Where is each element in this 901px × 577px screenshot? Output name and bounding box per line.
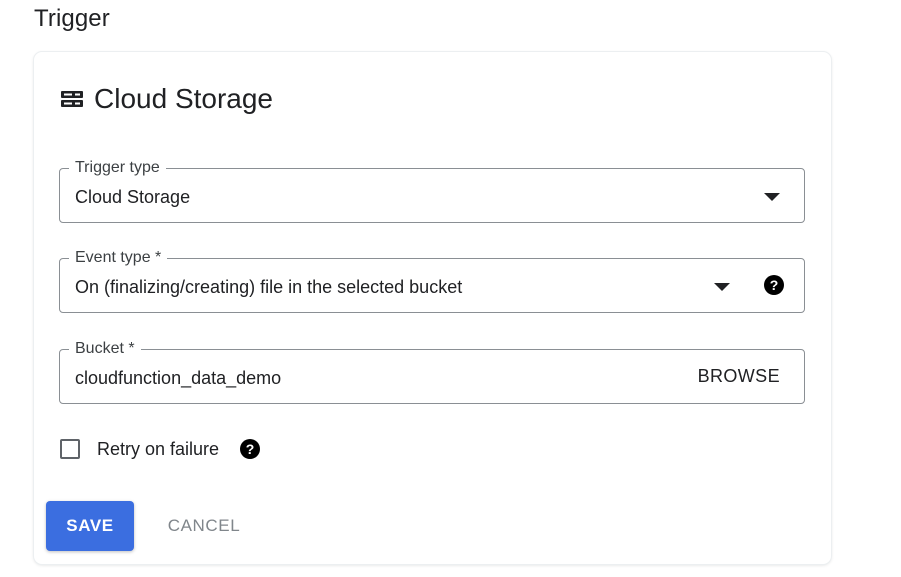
retry-label[interactable]: Retry on failure	[97, 439, 219, 460]
storage-icon	[60, 87, 84, 111]
retry-on-failure-row: Retry on failure ?	[60, 437, 261, 461]
help-icon[interactable]: ?	[240, 439, 261, 459]
cloud-storage-card: Cloud Storage Trigger type Cloud Storage…	[34, 52, 831, 564]
trigger-type-value: Cloud Storage	[75, 187, 191, 207]
event-type-label: Event type *	[69, 248, 168, 268]
trigger-type-label: Trigger type	[69, 158, 166, 178]
chevron-down-icon[interactable]	[714, 283, 730, 291]
cancel-button[interactable]: CANCEL	[152, 501, 256, 551]
bucket-label: Bucket *	[69, 339, 141, 359]
event-type-value: On (finalizing/creating) file in the sel…	[75, 277, 463, 297]
bucket-field[interactable]: Bucket * cloudfunction_data_demo BROWSE	[59, 339, 805, 404]
chevron-down-icon[interactable]	[764, 193, 780, 201]
trigger-type-select[interactable]: Trigger type Cloud Storage	[59, 158, 805, 223]
save-button[interactable]: SAVE	[46, 501, 134, 551]
card-header: Cloud Storage	[60, 82, 273, 116]
card-title: Cloud Storage	[94, 83, 274, 114]
bucket-value[interactable]: cloudfunction_data_demo	[75, 367, 281, 389]
section-title: Trigger	[34, 5, 110, 32]
event-type-select[interactable]: Event type * On (finalizing/creating) fi…	[59, 248, 805, 313]
browse-button[interactable]: BROWSE	[698, 366, 780, 387]
help-icon[interactable]: ?	[764, 275, 784, 295]
trigger-panel: Trigger Cloud Storage Trigger type Cloud…	[0, 0, 901, 577]
retry-checkbox[interactable]	[60, 439, 80, 459]
